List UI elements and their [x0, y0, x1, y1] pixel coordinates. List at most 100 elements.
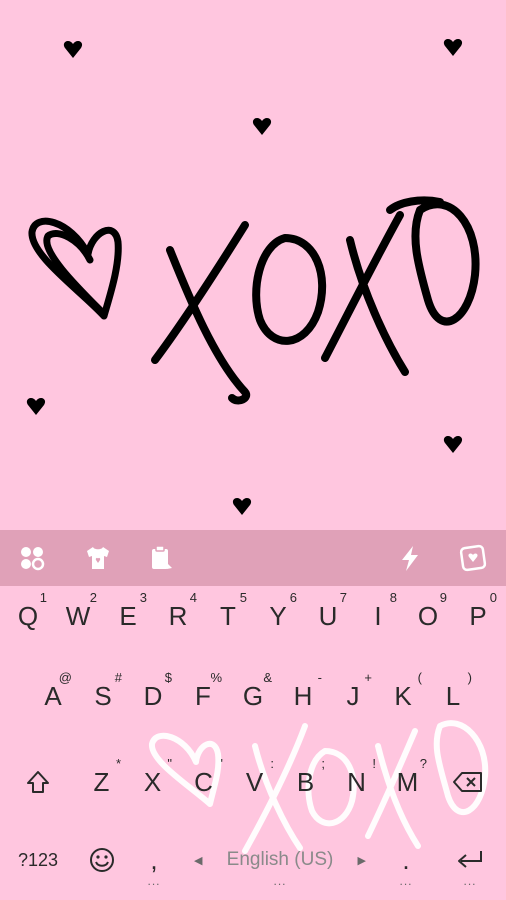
keyboard: 1Q2W3E4R5T6Y7U8I9O0P @ A # S $ D% F & G - H + J(K) L … — [0, 586, 506, 900]
key-hint: @ — [58, 670, 72, 685]
enter-icon — [458, 851, 482, 868]
arrow-left-icon: ◀ — [194, 855, 203, 867]
more-dots: ... — [147, 874, 161, 888]
key-hint: 5 — [239, 590, 247, 605]
key-d[interactable]: $ D — [128, 666, 178, 726]
enter-key[interactable]: ... — [440, 830, 500, 890]
keyboard-row-1: 1Q2W3E4R5T6Y7U8I9O0P — [0, 586, 506, 646]
space-key-label: English (US) — [226, 849, 334, 870]
key-hint: ! — [372, 756, 376, 771]
key-label: L — [445, 681, 461, 711]
key-o[interactable]: 9O — [403, 586, 453, 646]
key-u[interactable]: 7U — [303, 586, 353, 646]
keyboard-row-2: @ A # S $ D% F & G - H + J(K) L — [0, 666, 506, 726]
key-label: X — [143, 767, 162, 797]
key-s[interactable]: # S — [78, 666, 128, 726]
key-w[interactable]: 2W — [53, 586, 103, 646]
key-r[interactable]: 4R — [153, 586, 203, 646]
symbols-key[interactable]: ?123 — [6, 830, 70, 890]
key-hint: ( — [417, 670, 422, 685]
comma-key[interactable]: , ... — [134, 830, 174, 890]
clipboard-icon[interactable] — [143, 540, 179, 576]
period-key-label: . — [402, 845, 410, 875]
key-hint: 9 — [439, 590, 447, 605]
more-dots: ... — [463, 874, 477, 888]
key-l[interactable]: ) L — [428, 666, 478, 726]
key-label: D — [143, 681, 163, 711]
key-p[interactable]: 0P — [453, 586, 503, 646]
key-v[interactable]: :V — [229, 752, 280, 812]
emoji-key[interactable] — [74, 830, 130, 890]
key-hint: " — [167, 756, 172, 771]
space-key[interactable]: ◀ English (US) ▶ ... — [182, 830, 378, 890]
key-label: B — [296, 767, 315, 797]
more-dots: ... — [273, 874, 287, 888]
lightning-icon[interactable] — [392, 540, 428, 576]
key-hint: 8 — [389, 590, 397, 605]
key-k[interactable]: (K — [378, 666, 428, 726]
apps-icon[interactable] — [14, 540, 50, 576]
keyboard-theme-preview — [0, 0, 506, 530]
key-hint: + — [364, 670, 372, 685]
key-hint: 2 — [89, 590, 97, 605]
key-n[interactable]: ! N — [331, 752, 382, 812]
key-f[interactable]: % F — [178, 666, 228, 726]
key-label: N — [347, 767, 366, 797]
key-q[interactable]: 1Q — [3, 586, 53, 646]
shift-key[interactable] — [10, 752, 66, 812]
key-g[interactable]: & G — [228, 666, 278, 726]
key-hint: 7 — [339, 590, 347, 605]
key-t[interactable]: 5T — [203, 586, 253, 646]
heart-icon — [63, 41, 83, 58]
sticker-icon[interactable] — [456, 540, 492, 576]
key-label: Y — [269, 601, 287, 631]
key-x[interactable]: " X — [127, 752, 178, 812]
key-label: V — [245, 767, 264, 797]
heart-icon — [28, 217, 122, 320]
key-j[interactable]: + J — [328, 666, 378, 726]
backspace-icon — [453, 772, 482, 792]
heart-icon — [232, 498, 252, 515]
key-hint: ; — [321, 756, 325, 771]
heart-icon — [26, 398, 46, 415]
more-dots: ... — [399, 874, 413, 888]
key-hint: & — [263, 670, 272, 685]
arrow-right-icon: ▶ — [357, 855, 366, 867]
key-y[interactable]: 6Y — [253, 586, 303, 646]
heart-icon — [252, 118, 272, 135]
key-label: O — [417, 601, 439, 631]
key-label: P — [469, 601, 487, 631]
key-hint: ' — [220, 756, 223, 771]
key-z[interactable]: * Z — [76, 752, 127, 812]
heart-icon — [443, 39, 463, 56]
key-hint: 1 — [39, 590, 47, 605]
key-hint: ) — [467, 670, 472, 685]
key-label: G — [242, 681, 264, 711]
key-label: I — [374, 601, 382, 631]
symbols-key-label: ?123 — [17, 850, 59, 870]
period-key[interactable]: . ... — [386, 830, 426, 890]
key-e[interactable]: 3E — [103, 586, 153, 646]
key-label: T — [220, 601, 236, 631]
key-c[interactable]: ' C — [178, 752, 229, 812]
key-h[interactable]: -H — [278, 666, 328, 726]
key-label: S — [94, 681, 112, 711]
key-i[interactable]: 8I — [353, 586, 403, 646]
comma-key-label: , — [150, 845, 158, 875]
key-label: K — [394, 681, 412, 711]
key-label: E — [119, 601, 137, 631]
key-label: F — [195, 681, 211, 711]
xoxo-artwork — [26, 39, 480, 515]
key-hint: 4 — [189, 590, 197, 605]
key-b[interactable]: ; B — [280, 752, 331, 812]
key-hint: 0 — [489, 590, 497, 605]
key-a[interactable]: @ A — [28, 666, 78, 726]
key-label: U — [318, 601, 338, 631]
backspace-key[interactable] — [438, 752, 498, 812]
key-hint: ? — [419, 756, 427, 771]
theme-shirt-icon[interactable] — [80, 540, 116, 576]
key-label: W — [65, 601, 91, 631]
key-hint: 6 — [289, 590, 297, 605]
keyboard-row-3: * Z " X ' C: V; B! N? M — [0, 752, 506, 812]
key-m[interactable]: ? M — [382, 752, 433, 812]
